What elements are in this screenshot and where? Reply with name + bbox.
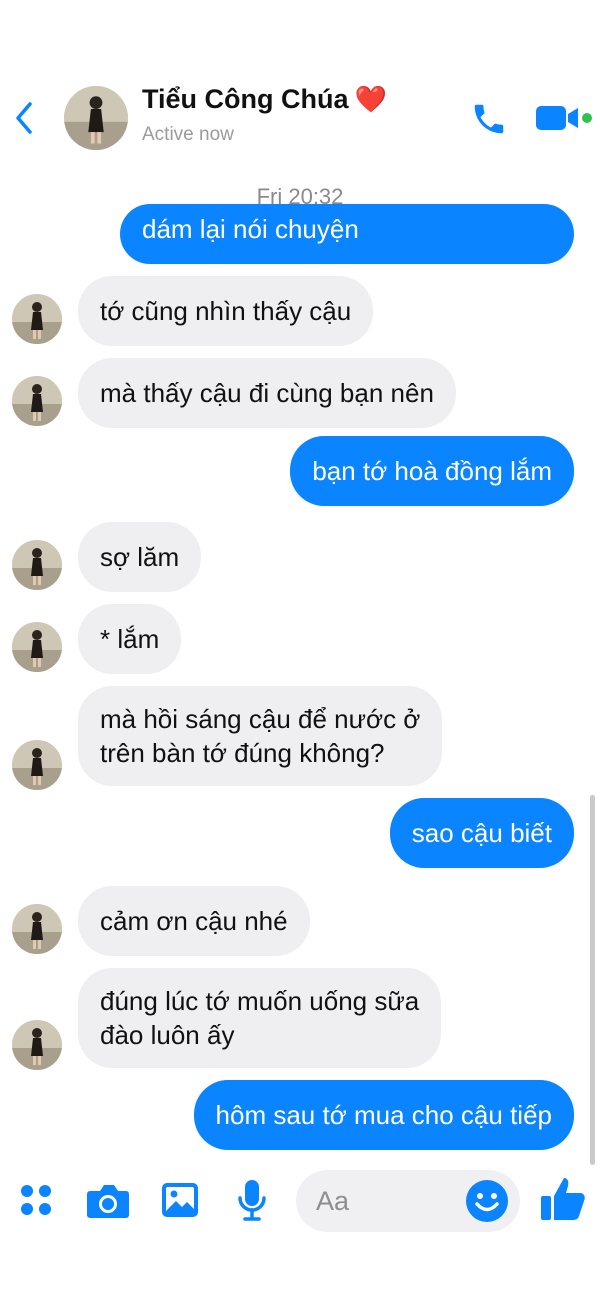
message-bubble-incoming[interactable]: mà hồi sáng cậu để nước ở trên bàn tớ đú… [78,686,443,786]
message-bubble-incoming[interactable]: đúng lúc tớ muốn uống sữa đào luôn ấy [78,968,442,1068]
apps-grid-icon [21,1185,51,1215]
message-text: * lắm [100,624,160,654]
message-text: dám lại nói chuyện [142,214,359,244]
video-call-button[interactable] [534,100,594,136]
message-text-line: trên bàn tớ đúng không? [100,738,385,768]
like-button[interactable] [538,1174,588,1224]
message-bubble-incoming[interactable]: * lắm [78,604,182,674]
message-text: bạn tớ hoà đồng lắm [312,456,552,486]
apps-button[interactable] [12,1176,60,1224]
message-text: cảm ơn cậu nhé [100,906,288,936]
message-text-line: đào luôn ấy [100,1020,235,1050]
message-text: sao cậu biết [411,818,552,848]
contact-name[interactable]: Tiểu Công Chúa ❤️ [142,84,387,115]
thumbs-up-icon [541,1178,585,1220]
gallery-button[interactable] [156,1176,204,1224]
microphone-icon [238,1180,266,1221]
message-composer [0,1160,600,1250]
message-bubble-outgoing[interactable]: bạn tớ hoà đồng lắm [290,436,574,506]
message-text-line: mà hồi sáng cậu để nước ở [100,704,421,734]
emoji-button[interactable] [464,1178,510,1224]
voice-button[interactable] [228,1176,276,1224]
message-text: sợ lăm [100,542,180,572]
video-camera-icon [536,106,592,130]
message-bubble-incoming[interactable]: tớ cũng nhìn thấy cậu [78,276,374,346]
sender-avatar[interactable] [12,740,62,790]
message-text-line: đúng lúc tớ muốn uống sữa [100,986,420,1016]
message-bubble-incoming[interactable]: mà thấy cậu đi cùng bạn nên [78,358,456,428]
sender-avatar[interactable] [12,294,62,344]
chat-header: Tiểu Công Chúa ❤️ Active now [0,0,600,180]
message-bubble-outgoing[interactable]: hôm sau tớ mua cho cậu tiếp [193,1080,574,1150]
message-text: mà thấy cậu đi cùng bạn nên [100,378,434,408]
audio-call-button[interactable] [470,100,508,138]
message-bubble-outgoing[interactable]: sao cậu biết [389,798,574,868]
message-bubble-incoming[interactable]: sợ lăm [78,522,202,592]
message-text: tớ cũng nhìn thấy cậu [100,296,352,326]
message-bubble-incoming[interactable]: cảm ơn cậu nhé [78,886,310,956]
sender-avatar[interactable] [12,1020,62,1070]
chevron-left-icon [16,102,32,134]
contact-name-text: Tiểu Công Chúa [142,84,349,114]
image-icon [162,1183,198,1217]
message-bubble-outgoing[interactable]: dám lại nói chuyện [120,204,574,264]
back-button[interactable] [10,98,40,138]
active-status: Active now [142,124,234,145]
camera-button[interactable] [84,1176,132,1224]
message-input[interactable] [316,1170,456,1232]
scrollbar[interactable] [590,795,595,1165]
message-text: hôm sau tớ mua cho cậu tiếp [215,1100,552,1130]
sender-avatar[interactable] [12,904,62,954]
sender-avatar[interactable] [12,540,62,590]
camera-icon [87,1185,129,1218]
contact-avatar[interactable] [64,86,128,150]
heart-emoji: ❤️ [354,84,387,114]
phone-icon [474,104,504,134]
emoji-icon [466,1180,508,1222]
message-input-container [296,1170,520,1232]
sender-avatar[interactable] [12,622,62,672]
sender-avatar[interactable] [12,376,62,426]
